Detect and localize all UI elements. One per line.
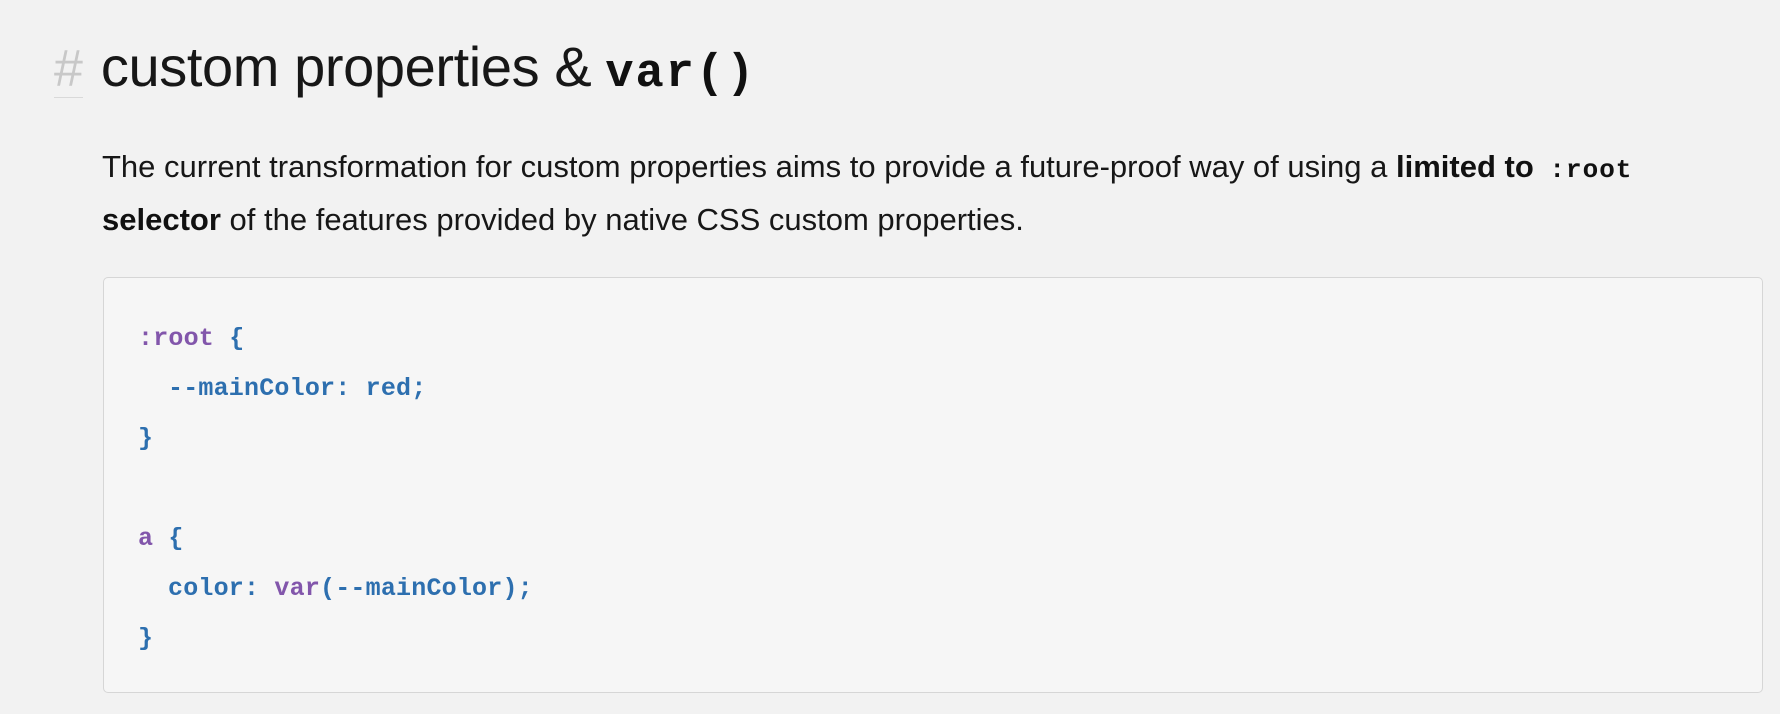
description-strong-selector: selector (102, 202, 221, 237)
description-line-2: selector of the features provided by nat… (102, 195, 1780, 245)
property-value-token: red; (365, 374, 427, 403)
code-line-main-color: --mainColor: red; (138, 364, 426, 414)
heading-anchor-link[interactable]: # (54, 43, 83, 99)
custom-properties-section: # custom properties & var() The current … (0, 0, 1780, 714)
var-arguments-token: (--mainColor); (320, 574, 533, 603)
root-inline-code: :root (1549, 155, 1633, 185)
section-heading: # custom properties & var() (54, 39, 756, 109)
var-function-token: var (274, 574, 321, 603)
anchor-open-brace-token: { (153, 524, 184, 553)
anchor-selector-token: a (138, 524, 154, 553)
custom-property-token: --mainColor (168, 374, 336, 403)
color-property-token: color (168, 574, 245, 603)
heading-text: custom properties & (100, 35, 592, 99)
description-strong-limited: limited to :root (1395, 149, 1633, 185)
root-selector-token: :root (138, 324, 215, 353)
open-brace-token: { (214, 324, 245, 353)
description-strong-text: limited to (1395, 149, 1534, 184)
code-line-color-var: color: var(--mainColor); (138, 564, 533, 614)
heading-code: var() (605, 48, 757, 102)
code-line-anchor-open: a { (138, 514, 184, 564)
code-line-root-close: } (138, 424, 154, 453)
description-text-start: The current transformation for custom pr… (102, 149, 1396, 184)
color-separator-token: : (244, 574, 275, 603)
description-paragraph: The current transformation for custom pr… (102, 142, 1780, 245)
code-line-anchor-close: } (138, 624, 154, 653)
code-line-root-open: :root { (138, 314, 244, 364)
css-code-block: :root { --mainColor: red; } a { color: v… (103, 277, 1763, 693)
description-text-end: of the features provided by native CSS c… (229, 202, 1024, 237)
description-line-1: The current transformation for custom pr… (102, 142, 1780, 195)
property-separator-token: : (335, 374, 366, 403)
